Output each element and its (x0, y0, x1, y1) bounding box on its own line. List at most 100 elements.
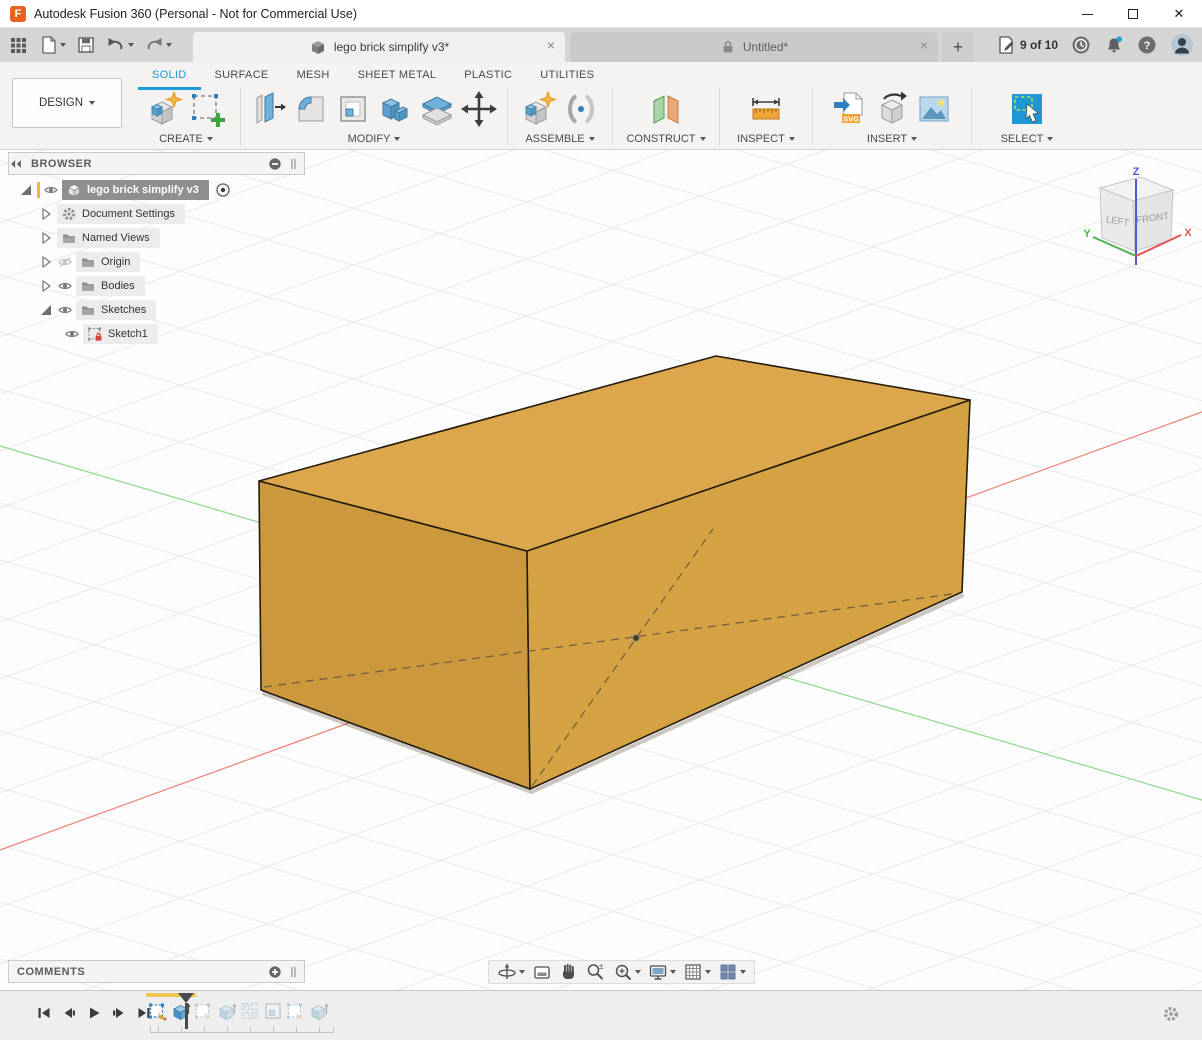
browser-panel-header[interactable]: BROWSER (8, 152, 305, 175)
timeline-feature-sketch-7[interactable] (284, 998, 307, 1024)
combine-button[interactable] (375, 89, 415, 129)
press-pull-button[interactable] (249, 89, 289, 129)
new-component-button[interactable] (519, 89, 559, 129)
redo-button[interactable] (142, 33, 174, 57)
visibility-eye-icon[interactable] (57, 278, 73, 294)
browser-row-bodies[interactable]: Bodies (8, 274, 305, 298)
panel-grip-icon[interactable] (286, 965, 300, 979)
offset-face-button[interactable] (417, 89, 457, 129)
playback-step-back-button[interactable] (61, 1005, 77, 1021)
undo-button[interactable] (104, 33, 136, 57)
avatar-icon[interactable] (1170, 33, 1194, 57)
new-tab-button[interactable]: + (942, 32, 974, 62)
playback-play-button[interactable] (86, 1005, 102, 1021)
browser-row-named-views[interactable]: Named Views (8, 226, 305, 250)
insert-svg-button[interactable]: SVG (830, 89, 870, 129)
timeline-feature-sketch-1[interactable] (146, 998, 169, 1024)
canvas-button[interactable] (914, 89, 954, 129)
fillet-button[interactable] (291, 89, 331, 129)
ribbon-group-label[interactable]: CONSTRUCT (626, 133, 705, 145)
browser-node-sketch1[interactable]: Sketch1 (83, 324, 158, 344)
expand-arrow-icon[interactable] (38, 230, 54, 246)
insert-mesh-button[interactable] (872, 89, 912, 129)
expand-arrow-icon[interactable] (38, 254, 54, 270)
timeline-settings-gear-icon[interactable] (1162, 1005, 1180, 1023)
playback-to-start-button[interactable] (36, 1005, 52, 1021)
timeline-feature-extrude-8[interactable] (307, 998, 330, 1024)
select-button[interactable] (1007, 89, 1047, 129)
fit-button[interactable] (613, 962, 641, 982)
ribbon-group-label[interactable]: MODIFY (348, 133, 401, 145)
comments-panel-header[interactable]: COMMENTS (8, 960, 305, 983)
browser-node-named-views[interactable]: Named Views (57, 228, 160, 248)
panel-grip-icon[interactable] (286, 157, 300, 171)
browser-row-document-settings[interactable]: Document Settings (8, 202, 305, 226)
orbit-button[interactable] (497, 962, 525, 982)
save-button[interactable] (74, 33, 98, 57)
visibility-eye-icon[interactable] (64, 326, 80, 342)
minimize-button[interactable] (1064, 0, 1110, 28)
maximize-button[interactable] (1110, 0, 1156, 28)
display-settings-button[interactable] (648, 962, 676, 982)
expand-arrow-icon[interactable] (38, 278, 54, 294)
construct-plane-button[interactable] (646, 89, 686, 129)
close-tab-icon[interactable]: × (547, 38, 555, 52)
circle-plus-icon[interactable] (268, 965, 282, 979)
ribbon-group-label[interactable]: ASSEMBLE (525, 133, 594, 145)
timeline-feature-pattern-5[interactable] (238, 998, 261, 1024)
playback-step-forward-button[interactable] (111, 1005, 127, 1021)
timeline-feature-sketch-3[interactable] (192, 998, 215, 1024)
ribbon-group-label[interactable]: SELECT (1001, 133, 1054, 145)
create-sketch-button[interactable] (187, 89, 227, 129)
activate-component-radio[interactable] (214, 181, 232, 199)
browser-node-lego-brick-simplify-v3[interactable]: lego brick simplify v3 (62, 180, 209, 200)
joint-button[interactable] (561, 89, 601, 129)
create-form-button[interactable] (145, 89, 185, 129)
browser-node-bodies[interactable]: Bodies (76, 276, 145, 296)
collapse-panel-icon[interactable] (9, 157, 23, 171)
browser-node-document-settings[interactable]: Document Settings (57, 204, 185, 224)
visibility-eye-icon[interactable] (57, 302, 73, 318)
close-tab-icon[interactable]: × (920, 38, 928, 52)
measure-button[interactable] (746, 89, 786, 129)
expand-arrow-icon[interactable] (38, 206, 54, 222)
browser-node-origin[interactable]: Origin (76, 252, 140, 272)
browser-node-label: lego brick simplify v3 (87, 184, 199, 196)
file-new-button[interactable] (36, 33, 68, 57)
visibility-eye-off-icon[interactable] (57, 254, 73, 270)
browser-row-lego-brick-simplify-v3[interactable]: lego brick simplify v3 (8, 178, 305, 202)
visibility-eye-icon[interactable] (43, 182, 59, 198)
app-grid-button[interactable] (6, 33, 30, 57)
collapse-arrow-icon[interactable] (18, 182, 34, 198)
ribbon-group-label[interactable]: CREATE (159, 133, 213, 145)
clock-icon[interactable] (1071, 35, 1091, 55)
ribbon-group-label[interactable]: INSPECT (737, 133, 795, 145)
ribbon-group-label[interactable]: INSERT (867, 133, 917, 145)
zoom-button[interactable]: ± (586, 962, 606, 982)
chevron-down-icon (670, 970, 676, 974)
viewports-button[interactable] (718, 962, 746, 982)
timeline-feature-shell-6[interactable] (261, 998, 284, 1024)
collapse-arrow-icon[interactable] (38, 302, 54, 318)
browser-node-sketches[interactable]: Sketches (76, 300, 156, 320)
browser-row-sketches[interactable]: Sketches (8, 298, 305, 322)
help-icon[interactable]: ? (1137, 35, 1157, 55)
close-button[interactable]: ✕ (1156, 0, 1202, 28)
viewport-canvas[interactable]: LEFTFRONTZYX BROWSER lego brick simplify… (0, 150, 1202, 990)
timeline-playhead[interactable] (178, 993, 194, 1029)
circle-minus-icon[interactable] (268, 157, 282, 171)
browser-row-sketch1[interactable]: Sketch1 (8, 322, 305, 346)
shell-button[interactable] (333, 89, 373, 129)
design-workspace-selector[interactable]: DESIGN (12, 78, 122, 128)
document-tab-inactive[interactable]: Untitled* × (570, 32, 938, 62)
document-tab-active[interactable]: lego brick simplify v3* × (193, 32, 565, 62)
timeline-feature-extrude-4[interactable] (215, 998, 238, 1024)
move-button[interactable] (459, 89, 499, 129)
document-limit-indicator[interactable]: 9 of 10 (996, 35, 1058, 55)
chevron-down-icon (589, 137, 595, 141)
look-at-button[interactable] (532, 962, 552, 982)
bell-icon[interactable] (1104, 35, 1124, 55)
layout-grid-button[interactable] (683, 962, 711, 982)
browser-row-origin[interactable]: Origin (8, 250, 305, 274)
pan-button[interactable] (559, 962, 579, 982)
